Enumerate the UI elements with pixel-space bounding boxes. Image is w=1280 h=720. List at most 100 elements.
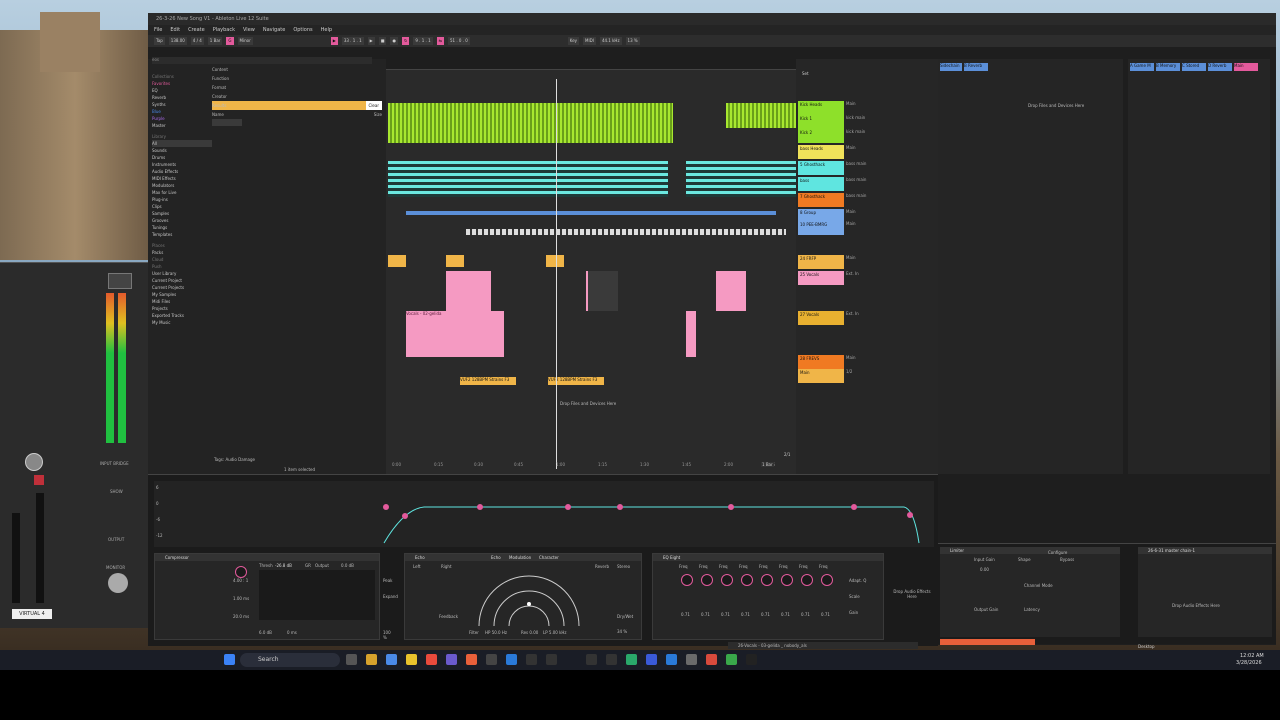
loop-start[interactable]: 9 . 1 . 1 — [413, 37, 433, 45]
app-icon[interactable] — [486, 654, 497, 665]
library-item[interactable]: Audio Effects — [152, 168, 212, 175]
folder-icon[interactable] — [406, 654, 417, 665]
follow-button[interactable]: ▶ — [330, 37, 338, 45]
output-value[interactable]: 0.0 dB — [341, 563, 354, 568]
menu-create[interactable]: Create — [188, 27, 205, 33]
eq-curve-svg[interactable] — [154, 481, 934, 547]
fx-clip[interactable] — [466, 229, 786, 235]
bar-position-readout[interactable]: 1 Bar — [761, 462, 774, 467]
filter-function[interactable]: Function — [212, 74, 382, 83]
track-header[interactable]: 27 Vocals — [798, 311, 844, 325]
place-item[interactable]: Cloud — [152, 256, 212, 263]
timeline-ruler[interactable] — [386, 59, 796, 70]
menu-view[interactable]: View — [243, 27, 255, 33]
monitor-knob[interactable] — [108, 573, 128, 593]
tap-button[interactable]: Tap — [154, 37, 165, 45]
clear-button[interactable]: Clear — [365, 101, 382, 110]
lookahead-value[interactable]: 0 ms — [287, 630, 297, 635]
vocal-clip[interactable] — [716, 271, 746, 311]
track-output[interactable]: bass main — [846, 193, 936, 207]
library-item[interactable]: Drums — [152, 154, 212, 161]
library-item[interactable]: Plug-ins — [152, 196, 212, 203]
eq-band-handle[interactable] — [851, 504, 857, 510]
main-return[interactable]: Main — [1234, 63, 1258, 71]
track-header[interactable]: 10 PEE-BMRG — [798, 221, 844, 235]
eq-freq-knob[interactable] — [821, 574, 833, 586]
clock-time[interactable]: 12:02 AM — [1240, 653, 1264, 659]
scale-select[interactable]: Minor — [237, 37, 253, 45]
input-fader[interactable] — [12, 513, 20, 603]
ableton-icon[interactable] — [586, 654, 597, 665]
library-item[interactable]: Samples — [152, 210, 212, 217]
clip-name-bar[interactable]: 26-Vocals - 03-gelida _ nobody_als — [728, 642, 918, 649]
vocal-clip-muted[interactable] — [586, 271, 618, 311]
track-header[interactable]: 24 FRFP — [798, 255, 844, 269]
library-item[interactable]: Tunings — [152, 224, 212, 231]
reverb-tab[interactable]: B Reverb — [964, 63, 988, 71]
riser-clip[interactable] — [446, 255, 464, 267]
eq-gain-value[interactable]: 0.71 — [821, 612, 830, 617]
riser-clip[interactable] — [546, 255, 564, 267]
track-header[interactable]: 7 Ghosthack — [798, 193, 844, 207]
loop-length[interactable]: 51 . 0 . 0 — [447, 37, 470, 45]
eq-gain-value[interactable]: 0.71 — [721, 612, 730, 617]
riser-clip[interactable] — [388, 255, 406, 267]
library-item[interactable]: Modulators — [152, 182, 212, 189]
chrome-icon[interactable] — [426, 654, 437, 665]
library-item[interactable]: MIDI Effects — [152, 175, 212, 182]
place-item[interactable]: Exported Tracks — [152, 312, 212, 319]
vocal-clip[interactable] — [446, 271, 491, 311]
place-item[interactable]: Current Project — [152, 277, 212, 284]
size-column[interactable]: Size — [374, 110, 382, 119]
eq-band-handle[interactable] — [477, 504, 483, 510]
peak-button[interactable]: Peak — [383, 578, 393, 583]
app-icon[interactable] — [706, 654, 717, 665]
clock-date[interactable]: 3/28/2026 — [1236, 660, 1262, 666]
track-header[interactable]: bass Heads — [798, 145, 844, 159]
character-tab[interactable]: Character — [539, 555, 559, 560]
menu-help[interactable]: Help — [321, 27, 332, 33]
library-item[interactable]: Templates — [152, 231, 212, 238]
name-column[interactable]: Name — [212, 112, 224, 117]
start-icon[interactable] — [224, 654, 235, 665]
task-view-icon[interactable] — [346, 654, 357, 665]
taskbar-search[interactable]: Search — [240, 653, 340, 667]
track-header[interactable]: 25 Vocals — [798, 271, 844, 285]
track-header[interactable]: Kick Heads — [798, 101, 844, 115]
collection-item[interactable]: Reverb — [152, 94, 212, 101]
arrangement-view[interactable]: Vocals - 02-gelida VUF2 128BPM Strains F… — [386, 59, 796, 474]
threshold-value[interactable]: -26.8 dB — [275, 563, 292, 568]
eq-freq-knob[interactable] — [781, 574, 793, 586]
loop-toggle[interactable]: ⇆ — [436, 37, 444, 45]
eq-freq-knob[interactable] — [761, 574, 773, 586]
echo-tab[interactable]: Echo — [491, 555, 501, 560]
track-output[interactable]: Main — [846, 221, 936, 235]
menu-playback[interactable]: Playback — [213, 27, 235, 33]
ceiling-value[interactable]: 0.00 — [980, 567, 989, 572]
song-position[interactable]: 33 . 1 . 1 — [341, 37, 364, 45]
bypass-label[interactable]: Bypass — [1060, 557, 1074, 562]
place-item[interactable]: Midi Files — [152, 298, 212, 305]
browser-search[interactable]: eos — [152, 57, 372, 64]
gain-knob[interactable] — [25, 453, 43, 471]
track-header[interactable]: 28 FREVS — [798, 355, 844, 369]
collection-item[interactable]: Favorites — [152, 80, 212, 87]
menu-options[interactable]: Options — [293, 27, 312, 33]
app-icon[interactable] — [466, 654, 477, 665]
filter-format[interactable]: Format — [212, 83, 382, 92]
play-button[interactable]: ▶ — [367, 37, 375, 45]
expand-button[interactable]: Expand — [383, 594, 398, 599]
modulation-tab[interactable]: Modulation — [509, 555, 531, 560]
place-item[interactable]: My Music — [152, 319, 212, 326]
track-output[interactable]: Main — [846, 255, 936, 269]
track-output[interactable]: 1/2 — [846, 369, 936, 383]
file-explorer-icon[interactable] — [366, 654, 377, 665]
chain-drop-hint[interactable]: Drop Audio Effects Here — [1172, 603, 1220, 608]
track-header[interactable]: Main — [798, 369, 844, 383]
track-output[interactable]: Main — [846, 101, 936, 115]
place-item[interactable]: Current Projects — [152, 284, 212, 291]
eq-band-handle[interactable] — [728, 504, 734, 510]
place-item[interactable]: Push — [152, 263, 212, 270]
knee-value[interactable]: 6.0 dB — [259, 630, 272, 635]
app-icon[interactable] — [646, 654, 657, 665]
